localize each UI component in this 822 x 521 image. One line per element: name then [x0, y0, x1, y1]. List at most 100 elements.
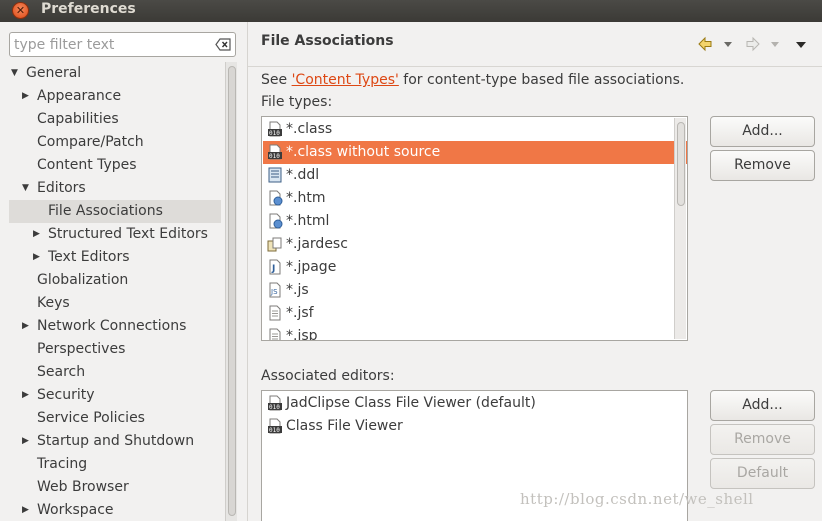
tree-item-label: Web Browser	[37, 479, 129, 495]
tree-item-label: Security	[37, 387, 95, 403]
jardesc-file-icon	[267, 237, 282, 252]
file-types-scrollbar-thumb[interactable]	[677, 122, 685, 206]
class-file-icon: 010	[268, 418, 282, 434]
title-bar: ✕ Preferences	[0, 0, 822, 22]
file-type-row[interactable]: 010 *.class without source	[263, 141, 687, 164]
file-type-row[interactable]: *.html	[263, 210, 687, 233]
expanded-arrow-icon[interactable]: ▼	[22, 177, 32, 200]
file-type-row-label: *.js	[286, 282, 309, 298]
tree-item-compare-patch[interactable]: Compare/Patch	[0, 131, 222, 154]
forward-arrow-icon[interactable]	[745, 36, 761, 52]
tree-item-label: Perspectives	[37, 341, 126, 357]
tree-item-label: Appearance	[37, 88, 122, 104]
file-type-row-label: *.jsp	[286, 328, 318, 341]
default-editor-button[interactable]: Default	[710, 458, 815, 489]
file-types-list[interactable]: *.jsp *.jsf JS *.js J *.jpage *.jardesc *.html *…	[261, 116, 688, 341]
text-file-icon	[269, 328, 281, 340]
tree-item-perspectives[interactable]: Perspectives	[0, 338, 222, 361]
tree-scrollbar[interactable]	[225, 62, 237, 521]
tree-item-service-policies[interactable]: Service Policies	[0, 407, 222, 430]
text-file-icon	[269, 305, 281, 321]
file-type-row[interactable]: *.jardesc	[263, 233, 687, 256]
file-type-row[interactable]: *.ddl	[263, 164, 687, 187]
tree-item-globalization[interactable]: Globalization	[0, 269, 222, 292]
tree-item-label: Editors	[37, 180, 86, 196]
add-editor-button[interactable]: Add...	[710, 390, 815, 421]
class-file-icon: 010	[268, 144, 282, 160]
tree-item-label: Service Policies	[37, 410, 145, 426]
tree-item-keys[interactable]: Keys	[0, 292, 222, 315]
tree-item-text-editors[interactable]: ▶ Text Editors	[0, 246, 222, 269]
tree-item-label: Text Editors	[48, 249, 130, 265]
remove-file-type-button[interactable]: Remove	[710, 150, 815, 181]
tree-item-label: Structured Text Editors	[48, 226, 208, 242]
tree-item-label: Compare/Patch	[37, 134, 144, 150]
tree-item-editors[interactable]: ▼ Editors	[0, 177, 222, 200]
tree-item-label: Search	[37, 364, 86, 380]
tree-item-security[interactable]: ▶ Security	[0, 384, 222, 407]
svg-text:010: 010	[269, 404, 280, 411]
file-type-row[interactable]: J *.jpage	[263, 256, 687, 279]
expanded-arrow-icon[interactable]: ▼	[11, 62, 21, 85]
remove-editor-button[interactable]: Remove	[710, 424, 815, 455]
editor-row[interactable]: 010 JadClipse Class File Viewer (default)	[263, 392, 687, 415]
tree-item-appearance[interactable]: ▶ Appearance	[0, 85, 222, 108]
collapsed-arrow-icon[interactable]: ▶	[22, 85, 32, 108]
tree-item-capabilities[interactable]: Capabilities	[0, 108, 222, 131]
clear-filter-icon[interactable]	[215, 38, 231, 51]
content-types-link[interactable]: 'Content Types'	[292, 72, 399, 88]
file-type-row-label: *.html	[286, 213, 330, 229]
collapsed-arrow-icon[interactable]: ▶	[22, 499, 32, 521]
close-icon[interactable]: ✕	[12, 2, 29, 19]
editor-row[interactable]: 010 Class File Viewer	[263, 415, 687, 438]
tree-item-label: Tracing	[37, 456, 88, 472]
description-prefix: See	[261, 72, 292, 88]
tree-item-label: File Associations	[48, 203, 163, 219]
description-suffix: for content-type based file associations…	[398, 72, 685, 88]
file-type-row[interactable]: *.jsp	[263, 325, 687, 341]
collapsed-arrow-icon[interactable]: ▶	[22, 315, 32, 338]
file-type-row[interactable]: *.jsf	[263, 302, 687, 325]
tree-item-label: Startup and Shutdown	[37, 433, 195, 449]
tree-item-label: Workspace	[37, 502, 114, 518]
js-file-icon: JS	[269, 282, 281, 298]
file-type-row[interactable]: 010 *.class	[263, 118, 687, 141]
file-types-scrollbar[interactable]	[674, 118, 686, 339]
collapsed-arrow-icon[interactable]: ▶	[33, 223, 43, 246]
tree-item-general[interactable]: ▼ General	[0, 62, 222, 85]
file-type-row-label: *.jardesc	[286, 236, 348, 252]
collapsed-arrow-icon[interactable]: ▶	[22, 430, 32, 453]
tree-scrollbar-thumb[interactable]	[228, 66, 236, 516]
add-file-type-button[interactable]: Add...	[710, 116, 815, 147]
collapsed-arrow-icon[interactable]: ▶	[22, 384, 32, 407]
tree-item-file-associations[interactable]: File Associations	[9, 200, 221, 223]
content-types-description: See 'Content Types' for content-type bas…	[261, 72, 684, 88]
file-type-row[interactable]: *.htm	[263, 187, 687, 210]
file-type-row[interactable]: JS *.js	[263, 279, 687, 302]
tree-item-workspace[interactable]: ▶ Workspace	[0, 499, 222, 521]
file-type-row-label: *.class	[286, 121, 333, 137]
tree-item-structured-text-editors[interactable]: ▶ Structured Text Editors	[0, 223, 222, 246]
back-arrow-icon[interactable]	[697, 36, 713, 52]
svg-text:010: 010	[269, 153, 280, 160]
tree-item-web-browser[interactable]: Web Browser	[0, 476, 222, 499]
tree-item-startup-and-shutdown[interactable]: ▶ Startup and Shutdown	[0, 430, 222, 453]
view-menu-icon[interactable]	[795, 36, 807, 52]
back-menu-chevron-icon[interactable]	[723, 36, 733, 52]
tree-item-search[interactable]: Search	[0, 361, 222, 384]
tree-item-network-connections[interactable]: ▶ Network Connections	[0, 315, 222, 338]
file-type-row-label: *.htm	[286, 190, 326, 206]
filter-field	[9, 32, 236, 57]
forward-menu-chevron-icon[interactable]	[770, 36, 780, 52]
collapsed-arrow-icon[interactable]: ▶	[33, 246, 43, 269]
html-file-icon	[269, 213, 283, 229]
file-types-label: File types:	[261, 94, 333, 110]
editor-row-label: JadClipse Class File Viewer (default)	[286, 395, 536, 411]
tree-item-tracing[interactable]: Tracing	[0, 453, 222, 476]
tree-item-content-types[interactable]: Content Types	[0, 154, 222, 177]
preferences-tree: ▼ General ▶ Appearance Capabilities Compare/P…	[0, 62, 222, 521]
page-title: File Associations	[261, 33, 394, 49]
class-file-icon: 010	[268, 395, 282, 411]
filter-input[interactable]	[14, 35, 210, 54]
file-type-row-label: *.class without source	[286, 144, 441, 160]
